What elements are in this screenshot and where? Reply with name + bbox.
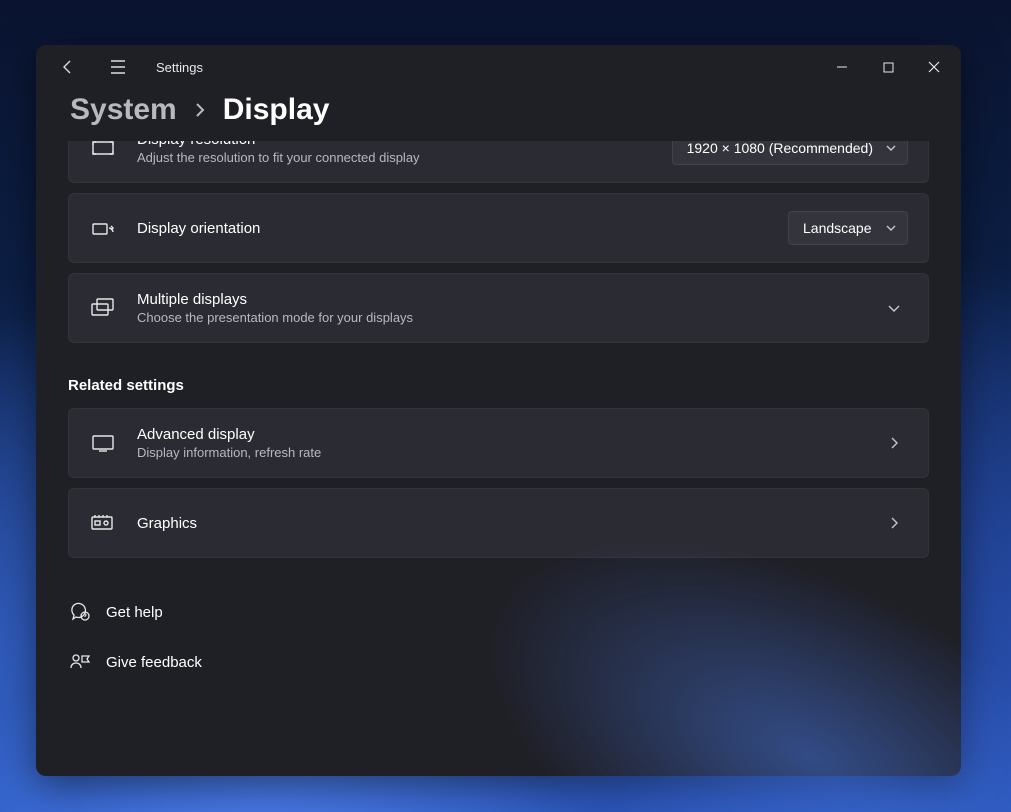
chevron-right-icon (880, 516, 908, 530)
resolution-value: 1920 × 1080 (Recommended) (687, 141, 873, 156)
graphics-title: Graphics (137, 515, 860, 532)
orientation-title: Display orientation (137, 220, 768, 237)
resolution-dropdown[interactable]: 1920 × 1080 (Recommended) (672, 141, 908, 165)
breadcrumb-parent[interactable]: System (70, 93, 177, 127)
setting-row-resolution: Display resolution Adjust the resolution… (68, 141, 929, 183)
multiple-displays-icon (89, 294, 117, 322)
resolution-title: Display resolution (137, 141, 652, 148)
orientation-dropdown[interactable]: Landscape (788, 211, 908, 245)
chevron-right-icon (880, 436, 908, 450)
multiple-displays-subtitle: Choose the presentation mode for your di… (137, 310, 860, 325)
settings-window: Settings System Display (36, 45, 961, 776)
chevron-down-icon (885, 142, 897, 154)
related-settings-label: Related settings (68, 377, 929, 394)
advanced-display-subtitle: Display information, refresh rate (137, 445, 860, 460)
breadcrumb-current: Display (223, 93, 330, 127)
resolution-subtitle: Adjust the resolution to fit your connec… (137, 150, 652, 165)
help-icon (68, 600, 92, 624)
chevron-down-icon (885, 222, 897, 234)
chevron-down-icon (880, 301, 908, 315)
monitor-icon (89, 429, 117, 457)
setting-row-orientation: Display orientation Landscape (68, 193, 929, 263)
setting-row-graphics[interactable]: Graphics (68, 488, 929, 558)
back-button[interactable] (50, 49, 86, 85)
close-button[interactable] (911, 51, 957, 83)
orientation-icon (89, 214, 117, 242)
setting-row-multiple-displays[interactable]: Multiple displays Choose the presentatio… (68, 273, 929, 343)
content-area: Display resolution Adjust the resolution… (36, 141, 961, 776)
advanced-display-title: Advanced display (137, 426, 860, 443)
minimize-button[interactable] (819, 51, 865, 83)
orientation-value: Landscape (803, 220, 872, 236)
get-help-link[interactable]: Get help (68, 592, 929, 632)
chevron-right-icon (193, 103, 207, 117)
get-help-label: Get help (106, 604, 163, 621)
graphics-icon (89, 509, 117, 537)
app-title: Settings (156, 60, 203, 75)
maximize-button[interactable] (865, 51, 911, 83)
setting-row-advanced-display[interactable]: Advanced display Display information, re… (68, 408, 929, 478)
breadcrumb: System Display (36, 89, 961, 141)
titlebar: Settings (36, 45, 961, 89)
multiple-displays-title: Multiple displays (137, 291, 860, 308)
feedback-icon (68, 650, 92, 674)
give-feedback-label: Give feedback (106, 654, 202, 671)
nav-menu-button[interactable] (100, 49, 136, 85)
resolution-icon (89, 141, 117, 162)
give-feedback-link[interactable]: Give feedback (68, 642, 929, 682)
